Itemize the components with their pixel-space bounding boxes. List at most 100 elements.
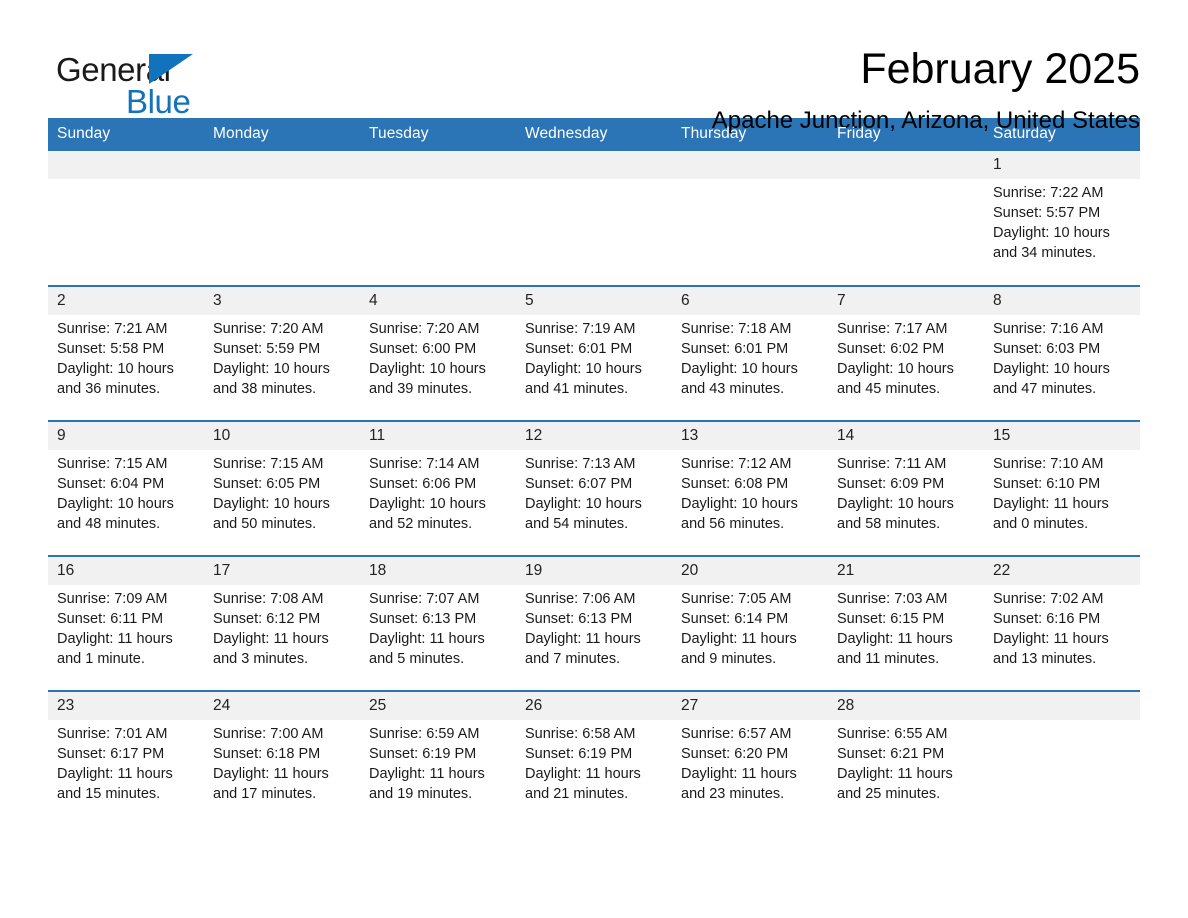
day-number: 13 xyxy=(672,422,828,450)
calendar-day-cell[interactable]: 15 Sunrise: 7:10 AM Sunset: 6:10 PM Dayligh… xyxy=(984,420,1140,556)
sunrise-text: Sunrise: 7:18 AM xyxy=(681,321,792,337)
day-sun-info: Sunrise: 7:02 AM Sunset: 6:16 PM Daylight:… xyxy=(984,585,1140,669)
sunset-text: Sunset: 6:15 PM xyxy=(837,611,945,627)
calendar-day-cell[interactable]: 13 Sunrise: 7:12 AM Sunset: 6:08 PM Dayligh… xyxy=(672,420,828,556)
location-subtitle: Apache Junction, Arizona, United States xyxy=(711,107,1140,134)
calendar-day-cell[interactable]: 10 Sunrise: 7:15 AM Sunset: 6:05 PM Dayligh… xyxy=(204,420,360,556)
day-cell-inner: 24 Sunrise: 7:00 AM Sunset: 6:18 PM Dayligh… xyxy=(204,692,360,825)
day-cell-inner: 19 Sunrise: 7:06 AM Sunset: 6:13 PM Dayligh… xyxy=(516,557,672,690)
day-sun-info: Sunrise: 7:01 AM Sunset: 6:17 PM Daylight:… xyxy=(48,720,204,804)
day-cell-inner: 27 Sunrise: 6:57 AM Sunset: 6:20 PM Dayligh… xyxy=(672,692,828,825)
daylight-text: Daylight: 10 hours and 43 minutes. xyxy=(681,361,798,397)
sunrise-text: Sunrise: 7:16 AM xyxy=(993,321,1104,337)
daylight-text: Daylight: 11 hours and 11 minutes. xyxy=(837,631,953,667)
calendar-day-cell[interactable]: 18 Sunrise: 7:07 AM Sunset: 6:13 PM Dayligh… xyxy=(360,555,516,691)
sunset-text: Sunset: 6:14 PM xyxy=(681,611,789,627)
sunrise-text: Sunrise: 7:20 AM xyxy=(369,321,480,337)
day-number: 17 xyxy=(204,557,360,585)
calendar-day-cell[interactable]: 3 Sunrise: 7:20 AM Sunset: 5:59 PM Daylight… xyxy=(204,285,360,421)
calendar-day-cell[interactable]: 8 Sunrise: 7:16 AM Sunset: 6:03 PM Daylight… xyxy=(984,285,1140,421)
calendar-day-cell[interactable]: 14 Sunrise: 7:11 AM Sunset: 6:09 PM Dayligh… xyxy=(828,420,984,556)
sunset-text: Sunset: 6:21 PM xyxy=(837,746,945,762)
daylight-text: Daylight: 11 hours and 23 minutes. xyxy=(681,766,797,802)
day-cell-inner: 16 Sunrise: 7:09 AM Sunset: 6:11 PM Dayligh… xyxy=(48,557,204,690)
calendar-day-cell[interactable]: 20 Sunrise: 7:05 AM Sunset: 6:14 PM Dayligh… xyxy=(672,555,828,691)
sunrise-text: Sunrise: 6:57 AM xyxy=(681,726,792,742)
calendar-day-cell[interactable]: 12 Sunrise: 7:13 AM Sunset: 6:07 PM Dayligh… xyxy=(516,420,672,556)
calendar-day-cell[interactable]: 2 Sunrise: 7:21 AM Sunset: 5:58 PM Daylight… xyxy=(48,285,204,421)
day-number: 1 xyxy=(984,151,1140,179)
daylight-text: Daylight: 10 hours and 56 minutes. xyxy=(681,496,798,532)
calendar-day-cell[interactable]: 26 Sunrise: 6:58 AM Sunset: 6:19 PM Dayligh… xyxy=(516,690,672,826)
daylight-text: Daylight: 11 hours and 19 minutes. xyxy=(369,766,485,802)
day-cell-inner: 12 Sunrise: 7:13 AM Sunset: 6:07 PM Dayligh… xyxy=(516,422,672,555)
calendar-day-cell[interactable]: 17 Sunrise: 7:08 AM Sunset: 6:12 PM Dayligh… xyxy=(204,555,360,691)
sunset-text: Sunset: 6:09 PM xyxy=(837,476,945,492)
day-number: 27 xyxy=(672,692,828,720)
sunrise-text: Sunrise: 7:15 AM xyxy=(213,456,324,472)
day-sun-info: Sunrise: 7:09 AM Sunset: 6:11 PM Daylight:… xyxy=(48,585,204,669)
calendar-day-cell[interactable]: 16 Sunrise: 7:09 AM Sunset: 6:11 PM Dayligh… xyxy=(48,555,204,691)
day-cell-inner: 1 Sunrise: 7:22 AM Sunset: 5:57 PM Daylight… xyxy=(984,151,1140,284)
daylight-text: Daylight: 10 hours and 45 minutes. xyxy=(837,361,954,397)
calendar-day-cell[interactable]: 4 Sunrise: 7:20 AM Sunset: 6:00 PM Daylight… xyxy=(360,285,516,421)
calendar-day-cell[interactable]: 25 Sunrise: 6:59 AM Sunset: 6:19 PM Dayligh… xyxy=(360,690,516,826)
day-sun-info: Sunrise: 7:20 AM Sunset: 5:59 PM Daylight:… xyxy=(204,315,360,399)
calendar-cell-empty xyxy=(360,151,516,286)
calendar-day-cell[interactable]: 28 Sunrise: 6:55 AM Sunset: 6:21 PM Dayligh… xyxy=(828,690,984,826)
calendar-day-cell[interactable]: 6 Sunrise: 7:18 AM Sunset: 6:01 PM Daylight… xyxy=(672,285,828,421)
sunrise-text: Sunrise: 7:07 AM xyxy=(369,591,480,607)
day-sun-info: Sunrise: 7:17 AM Sunset: 6:02 PM Daylight:… xyxy=(828,315,984,399)
calendar-day-cell[interactable]: 21 Sunrise: 7:03 AM Sunset: 6:15 PM Dayligh… xyxy=(828,555,984,691)
sunset-text: Sunset: 6:01 PM xyxy=(525,341,633,357)
sunset-text: Sunset: 6:16 PM xyxy=(993,611,1101,627)
day-cell-inner: 20 Sunrise: 7:05 AM Sunset: 6:14 PM Dayligh… xyxy=(672,557,828,690)
logo-word-blue: Blue xyxy=(126,83,191,120)
day-number xyxy=(828,151,984,179)
calendar-day-cell[interactable]: 11 Sunrise: 7:14 AM Sunset: 6:06 PM Dayligh… xyxy=(360,420,516,556)
calendar-day-cell[interactable]: 27 Sunrise: 6:57 AM Sunset: 6:20 PM Dayligh… xyxy=(672,690,828,826)
day-number: 18 xyxy=(360,557,516,585)
title-block: February 2025 Apache Junction, Arizona, … xyxy=(712,44,1140,136)
sunrise-text: Sunrise: 7:12 AM xyxy=(681,456,792,472)
calendar-day-cell[interactable]: 7 Sunrise: 7:17 AM Sunset: 6:02 PM Daylight… xyxy=(828,285,984,421)
sunrise-text: Sunrise: 7:01 AM xyxy=(57,726,168,742)
weekday-header-sunday: Sunday xyxy=(48,118,204,151)
day-number: 2 xyxy=(48,287,204,315)
calendar-body: 1 Sunrise: 7:22 AM Sunset: 5:57 PM Daylight… xyxy=(48,151,1140,826)
sunset-text: Sunset: 5:59 PM xyxy=(213,341,321,357)
sunset-text: Sunset: 6:06 PM xyxy=(369,476,477,492)
day-number: 12 xyxy=(516,422,672,450)
calendar-cell-empty xyxy=(984,690,1140,826)
sunset-text: Sunset: 6:00 PM xyxy=(369,341,477,357)
calendar-day-cell[interactable]: 1 Sunrise: 7:22 AM Sunset: 5:57 PM Daylight… xyxy=(984,151,1140,286)
calendar-page: General Blue February 2025 Apache Juncti… xyxy=(0,0,1188,918)
day-number xyxy=(204,151,360,179)
calendar-day-cell[interactable]: 23 Sunrise: 7:01 AM Sunset: 6:17 PM Dayligh… xyxy=(48,690,204,826)
day-number xyxy=(672,151,828,179)
day-sun-info: Sunrise: 6:57 AM Sunset: 6:20 PM Daylight:… xyxy=(672,720,828,804)
day-cell-inner: 7 Sunrise: 7:17 AM Sunset: 6:02 PM Daylight… xyxy=(828,287,984,420)
calendar-day-cell[interactable]: 5 Sunrise: 7:19 AM Sunset: 6:01 PM Daylight… xyxy=(516,285,672,421)
day-cell-inner: 2 Sunrise: 7:21 AM Sunset: 5:58 PM Daylight… xyxy=(48,287,204,420)
day-number xyxy=(360,151,516,179)
day-cell-inner xyxy=(516,151,672,284)
day-cell-inner: 6 Sunrise: 7:18 AM Sunset: 6:01 PM Daylight… xyxy=(672,287,828,420)
day-cell-inner: 18 Sunrise: 7:07 AM Sunset: 6:13 PM Dayligh… xyxy=(360,557,516,690)
day-cell-inner: 10 Sunrise: 7:15 AM Sunset: 6:05 PM Dayligh… xyxy=(204,422,360,555)
calendar-day-cell[interactable]: 9 Sunrise: 7:15 AM Sunset: 6:04 PM Daylight… xyxy=(48,420,204,556)
day-cell-inner: 23 Sunrise: 7:01 AM Sunset: 6:17 PM Dayligh… xyxy=(48,692,204,825)
calendar-day-cell[interactable]: 19 Sunrise: 7:06 AM Sunset: 6:13 PM Dayligh… xyxy=(516,555,672,691)
day-cell-inner: 11 Sunrise: 7:14 AM Sunset: 6:06 PM Dayligh… xyxy=(360,422,516,555)
day-sun-info: Sunrise: 6:58 AM Sunset: 6:19 PM Daylight:… xyxy=(516,720,672,804)
sunrise-text: Sunrise: 7:14 AM xyxy=(369,456,480,472)
day-number: 3 xyxy=(204,287,360,315)
weekday-header-monday: Monday xyxy=(204,118,360,151)
day-number: 10 xyxy=(204,422,360,450)
daylight-text: Daylight: 10 hours and 50 minutes. xyxy=(213,496,330,532)
sunrise-text: Sunrise: 7:22 AM xyxy=(993,185,1104,201)
calendar-day-cell[interactable]: 24 Sunrise: 7:00 AM Sunset: 6:18 PM Dayligh… xyxy=(204,690,360,826)
sunset-text: Sunset: 6:19 PM xyxy=(369,746,477,762)
sunrise-text: Sunrise: 7:15 AM xyxy=(57,456,168,472)
calendar-day-cell[interactable]: 22 Sunrise: 7:02 AM Sunset: 6:16 PM Dayligh… xyxy=(984,555,1140,691)
